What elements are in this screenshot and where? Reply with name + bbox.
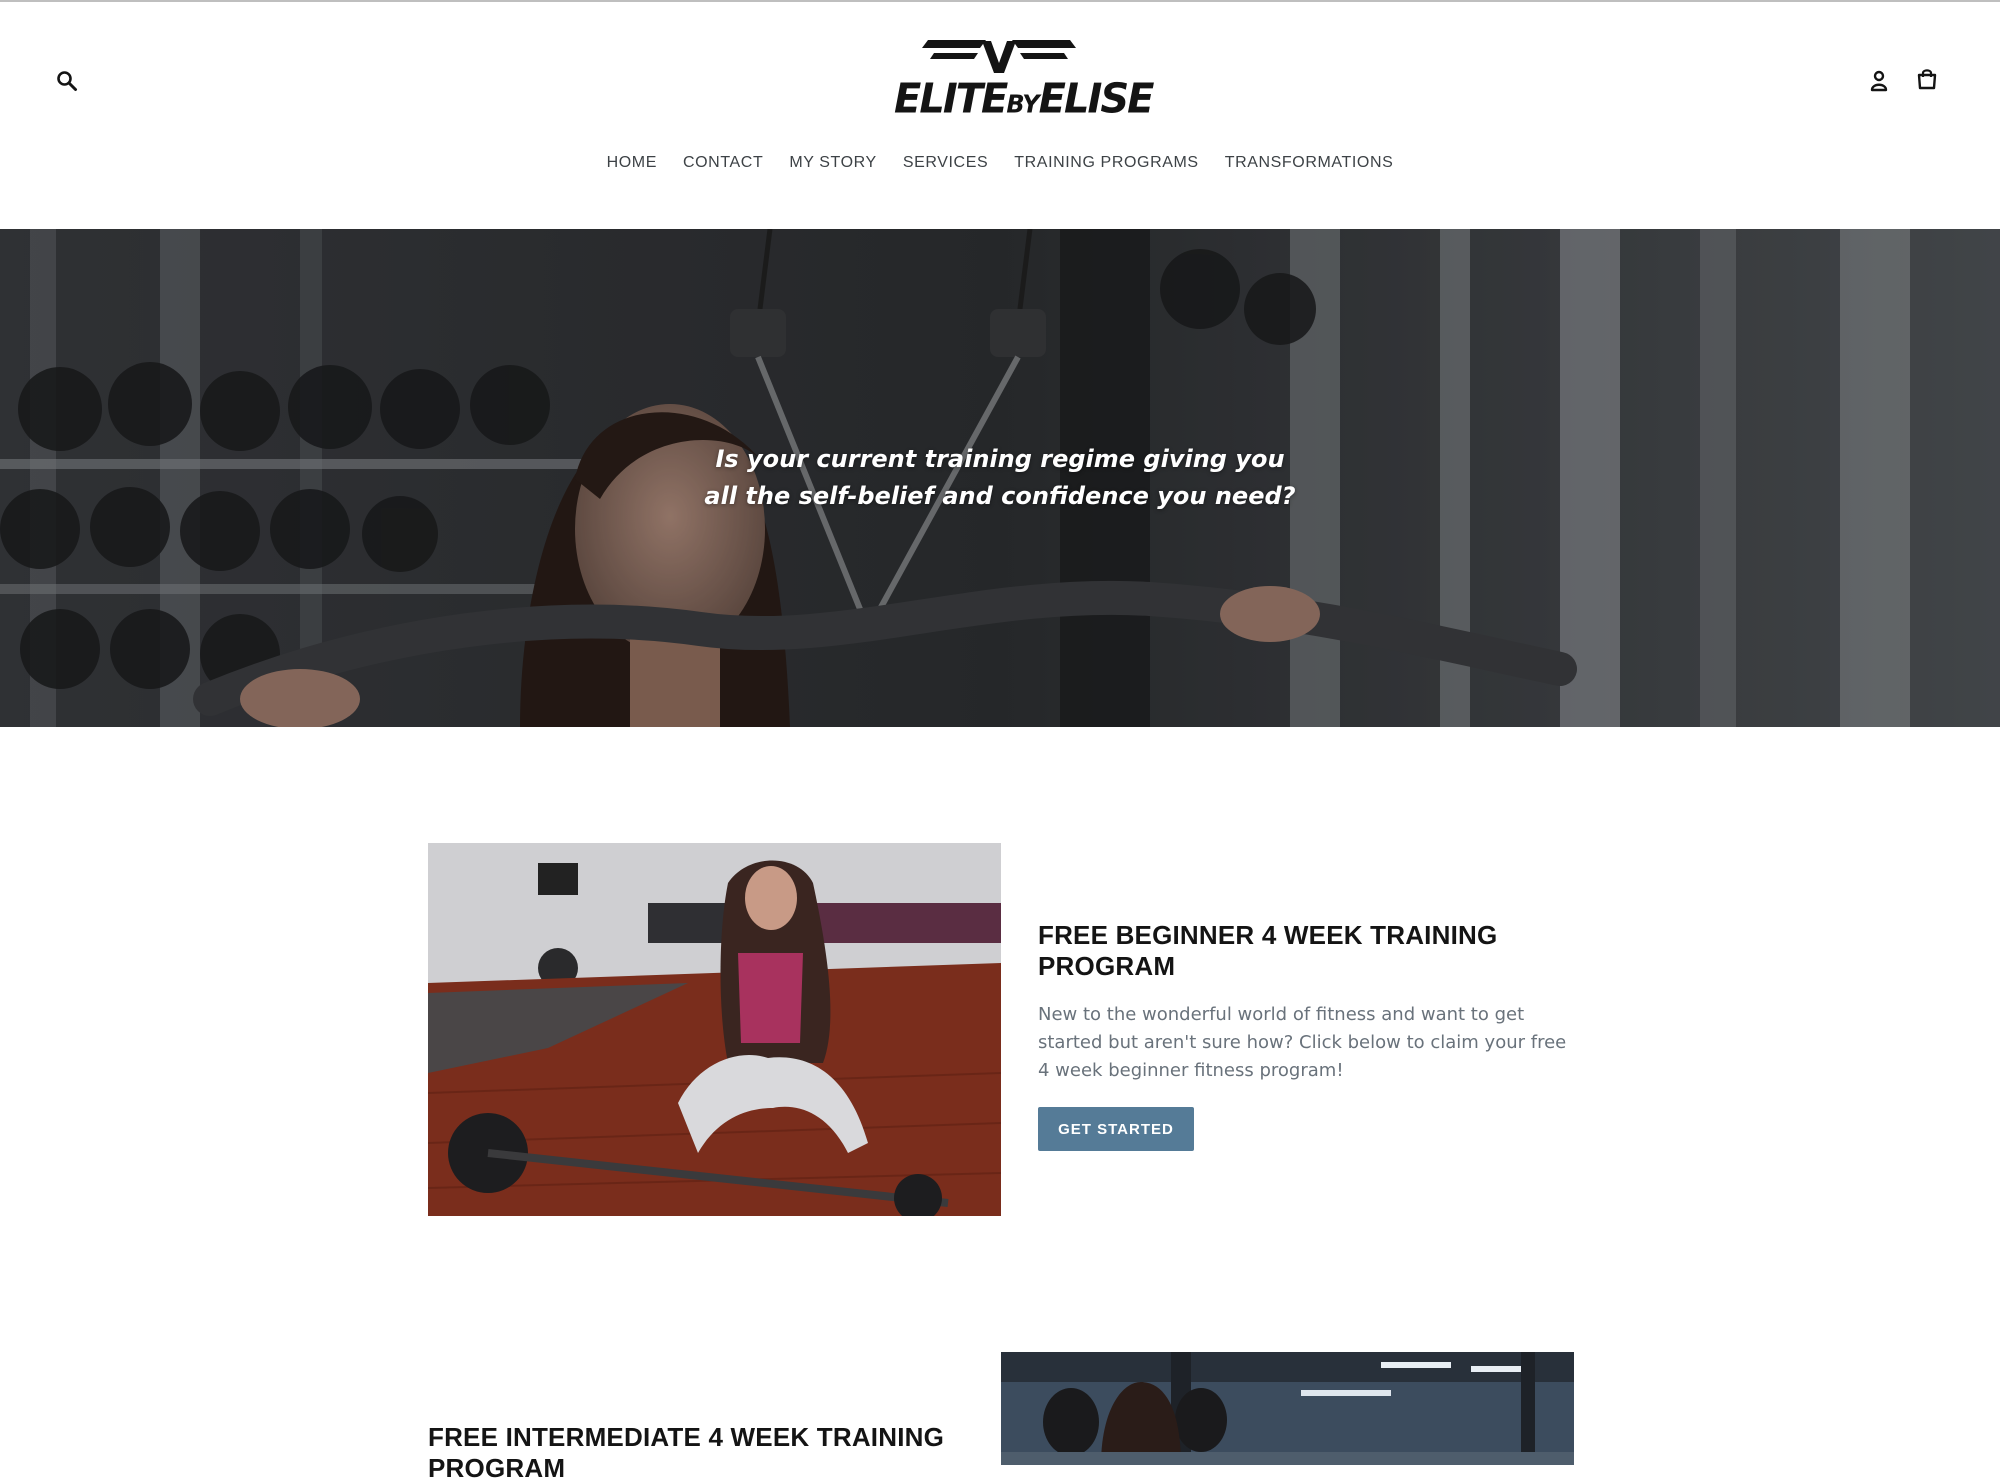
logo-word-elise: ELISE xyxy=(1038,75,1155,123)
hero-banner: Is your current training regime giving y… xyxy=(0,229,2000,727)
intermediate-program-photo xyxy=(1001,1352,1574,1465)
intermediate-program-image xyxy=(1001,1352,1574,1465)
search-button[interactable] xyxy=(50,64,84,98)
get-started-button[interactable]: GET STARTED xyxy=(1038,1107,1194,1151)
beginner-program-photo xyxy=(428,843,1001,1216)
hero-line-2: all the self-belief and confidence you n… xyxy=(704,482,1296,510)
logo-wordmark: ELITEBYELISE xyxy=(894,75,1154,123)
nav-item-services[interactable]: SERVICES xyxy=(890,154,1001,172)
intermediate-program-title: FREE INTERMEDIATE 4 WEEK TRAINING PROGRA… xyxy=(428,1422,945,1483)
logo-wings-icon xyxy=(922,40,1076,73)
account-icon xyxy=(1870,70,1888,92)
beginner-program-title: FREE BEGINNER 4 WEEK TRAINING PROGRAM xyxy=(1038,920,1498,981)
beginner-program-description: New to the wonderful world of fitness an… xyxy=(1038,1004,1567,1081)
hero-headline: Is your current training regime giving y… xyxy=(0,441,2000,515)
hero-line-1: Is your current training regime giving y… xyxy=(715,445,1285,473)
nav-item-contact[interactable]: CONTACT xyxy=(670,154,776,172)
main-nav: HOME CONTACT MY STORY SERVICES TRAINING … xyxy=(0,154,2000,172)
nav-item-home[interactable]: HOME xyxy=(594,154,670,172)
site-header: ELITEBYELISE HOME CONTACT MY STORY SERVI… xyxy=(0,2,2000,229)
account-button[interactable] xyxy=(1862,64,1896,98)
site-logo[interactable]: ELITEBYELISE xyxy=(894,35,1154,127)
nav-item-training-programs[interactable]: TRAINING PROGRAMS xyxy=(1001,154,1211,172)
nav-item-my-story[interactable]: MY STORY xyxy=(776,154,890,172)
beginner-program-image xyxy=(428,843,1001,1216)
search-icon xyxy=(57,71,77,91)
cart-icon xyxy=(1917,69,1937,90)
nav-item-transformations[interactable]: TRANSFORMATIONS xyxy=(1212,154,1407,172)
cart-button[interactable] xyxy=(1910,62,1944,96)
logo-word-by: BY xyxy=(1006,89,1039,119)
logo-word-elite: ELITE xyxy=(894,75,1008,123)
